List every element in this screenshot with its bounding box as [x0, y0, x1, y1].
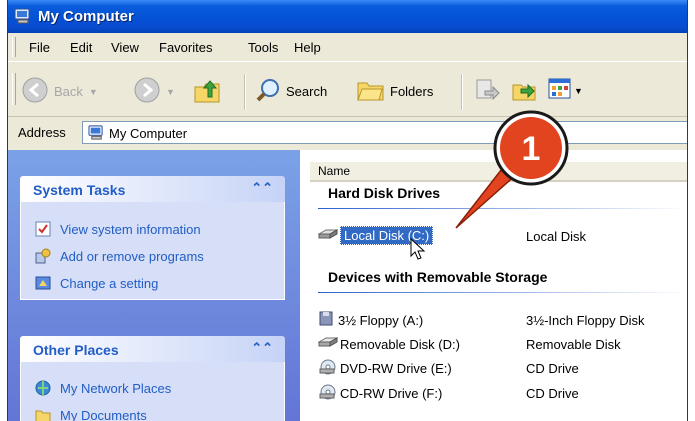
item-type: CD Drive	[526, 361, 579, 376]
other-places-panel: My Network Places My Documents	[20, 362, 285, 421]
place-my-documents[interactable]: My Documents	[35, 407, 147, 421]
group-divider	[318, 208, 687, 209]
address-value: My Computer	[109, 126, 188, 141]
checklist-icon	[35, 221, 51, 237]
explorer-window: My Computer File Edit View Favorites Too…	[7, 0, 688, 421]
toolbar-separator	[461, 74, 463, 110]
task-change-setting[interactable]: Change a setting	[35, 275, 158, 291]
address-bar: Address My Computer	[8, 118, 687, 148]
system-tasks-title: System Tasks	[33, 182, 126, 198]
other-places-header[interactable]: Other Places ⌃⌃	[20, 336, 285, 362]
programs-icon	[35, 248, 51, 264]
move-to-button[interactable]	[473, 77, 501, 106]
address-input[interactable]: My Computer	[82, 121, 687, 146]
item-name: DVD-RW Drive (E:)	[340, 361, 452, 376]
task-pane: System Tasks ⌃⌃ View system information …	[8, 150, 300, 421]
item-type: 3½-Inch Floppy Disk	[526, 313, 645, 328]
group-removable-storage: Devices with Removable Storage	[328, 269, 548, 285]
views-button[interactable]: ▼	[548, 77, 583, 104]
drive-floppy-a[interactable]: 3½ Floppy (A:)	[318, 311, 423, 330]
task-label: Change a setting	[60, 275, 159, 291]
group-divider	[318, 292, 687, 293]
menu-favorites[interactable]: Favorites	[159, 40, 212, 55]
my-computer-icon	[88, 124, 105, 146]
place-my-network-places[interactable]: My Network Places	[35, 380, 171, 396]
chevron-down-icon: ▼	[88, 86, 98, 97]
toolbar-grip	[12, 73, 16, 105]
hard-disk-icon	[317, 226, 339, 245]
back-button[interactable]: Back ▼	[22, 77, 98, 106]
item-name: CD-RW Drive (F:)	[340, 386, 443, 401]
menu-file[interactable]: File	[29, 40, 50, 55]
dvd-drive-icon	[318, 359, 338, 378]
copy-to-icon	[511, 77, 539, 106]
place-label: My Network Places	[60, 380, 172, 396]
forward-icon	[134, 77, 160, 106]
item-type: Removable Disk	[526, 337, 621, 352]
collapse-icon[interactable]: ⌃⌃	[251, 180, 273, 196]
other-places-title: Other Places	[33, 342, 119, 358]
task-label: Add or remove programs	[60, 248, 204, 264]
group-hard-disk-drives: Hard Disk Drives	[328, 185, 441, 201]
item-type: CD Drive	[526, 386, 579, 401]
drive-removable-d[interactable]: Removable Disk (D:)	[317, 336, 460, 353]
place-label: My Documents	[60, 407, 147, 421]
control-panel-icon	[35, 275, 51, 291]
floppy-icon	[318, 311, 336, 330]
drive-cd-rw-f[interactable]: CD-RW Drive (F:)	[318, 384, 442, 403]
network-icon	[35, 380, 51, 396]
back-icon	[22, 77, 48, 106]
move-to-icon	[473, 77, 501, 106]
menu-help[interactable]: Help	[294, 40, 321, 55]
collapse-icon[interactable]: ⌃⌃	[251, 340, 273, 356]
up-folder-icon	[192, 75, 222, 108]
address-label: Address	[18, 125, 66, 140]
folders-button[interactable]: Folders	[356, 77, 433, 106]
toolbar: Back ▼ ▼ Search Folders ▼	[8, 62, 687, 117]
drive-dvd-rw-e[interactable]: DVD-RW Drive (E:)	[318, 359, 452, 378]
cd-drive-icon	[318, 384, 338, 403]
title-bar[interactable]: My Computer	[8, 0, 687, 33]
item-name: Removable Disk (D:)	[340, 337, 460, 352]
menu-grip	[12, 37, 16, 57]
documents-icon	[35, 407, 51, 421]
removable-disk-icon	[317, 336, 339, 353]
up-button[interactable]	[192, 75, 222, 108]
search-icon	[256, 77, 282, 106]
search-label: Search	[286, 84, 328, 99]
column-name-label: Name	[318, 164, 351, 178]
menu-view[interactable]: View	[111, 40, 139, 55]
folders-label: Folders	[390, 84, 434, 99]
system-tasks-header[interactable]: System Tasks ⌃⌃	[20, 176, 285, 202]
my-computer-icon	[14, 7, 32, 30]
forward-button[interactable]: ▼	[134, 77, 175, 106]
item-type: Local Disk	[526, 229, 586, 244]
toolbar-separator	[244, 74, 246, 110]
system-tasks-panel: View system information Add or remove pr…	[20, 202, 285, 300]
menu-edit[interactable]: Edit	[70, 40, 92, 55]
folders-icon	[356, 77, 386, 106]
cursor-icon	[410, 237, 426, 265]
callout-number: 1	[522, 130, 541, 168]
window-title: My Computer	[38, 8, 134, 25]
back-label: Back	[54, 84, 83, 99]
item-name: 3½ Floppy (A:)	[338, 313, 424, 328]
callout-marker: 1	[455, 108, 576, 229]
menu-tools[interactable]: Tools	[248, 40, 278, 55]
chevron-down-icon: ▼	[574, 85, 583, 96]
menu-bar: File Edit View Favorites Tools Help	[8, 33, 687, 62]
copy-to-button[interactable]	[511, 77, 539, 106]
task-view-system-information[interactable]: View system information	[35, 221, 201, 237]
task-label: View system information	[60, 221, 201, 237]
search-button[interactable]: Search	[256, 77, 327, 106]
views-icon	[548, 77, 572, 104]
task-add-remove-programs[interactable]: Add or remove programs	[35, 248, 204, 264]
chevron-down-icon: ▼	[166, 86, 175, 97]
